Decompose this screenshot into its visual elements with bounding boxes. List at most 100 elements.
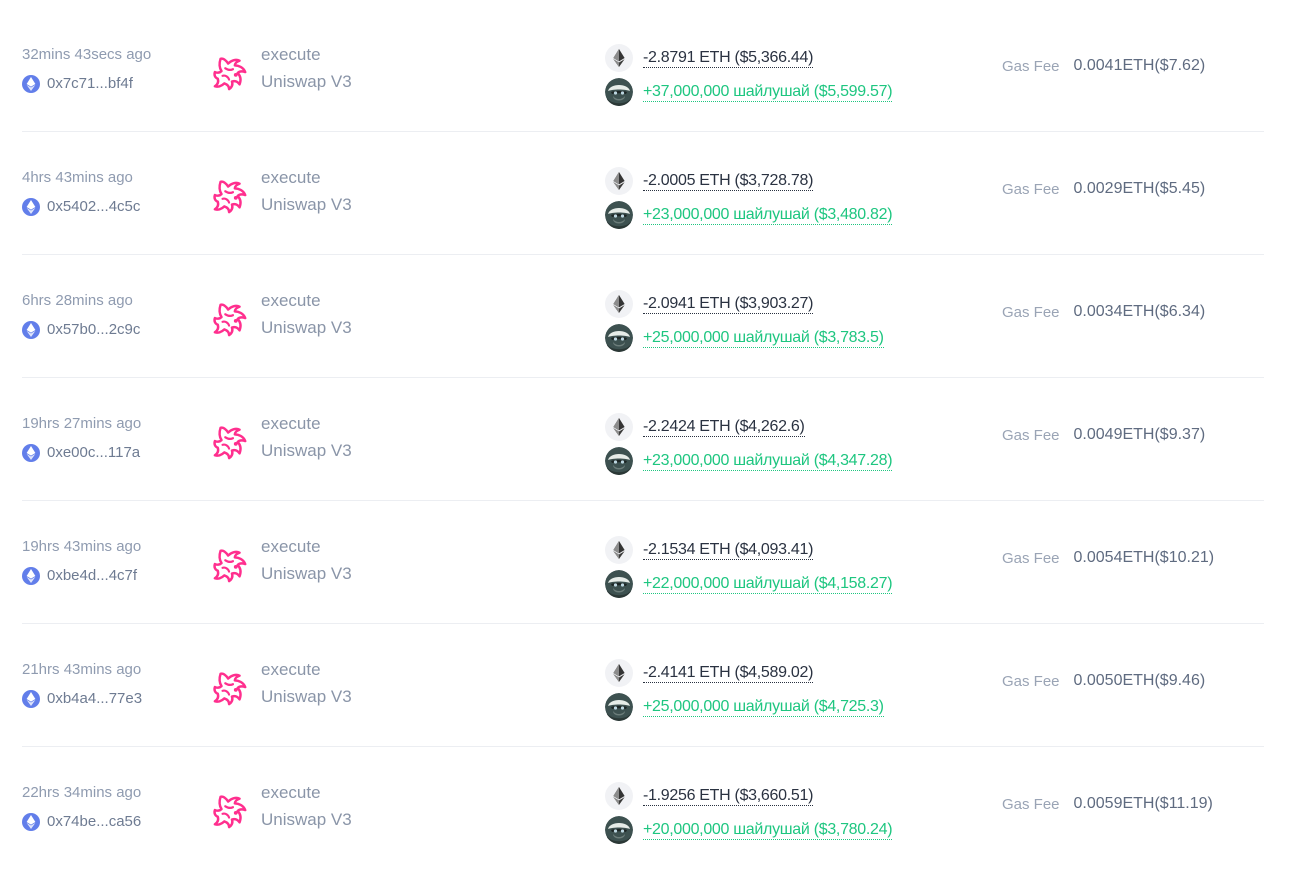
transaction-row: 22hrs 34mins ago 0x74be...ca56 execute U… <box>22 747 1264 869</box>
tx-hash[interactable]: 0xbe4d...4c7f <box>47 566 137 586</box>
method-text: execute Uniswap V3 <box>261 290 352 339</box>
protocol-link[interactable]: Uniswap V3 <box>261 686 352 708</box>
token-out-line: -2.0005 ETH ($3,728.78) <box>605 166 995 196</box>
protocol-link[interactable]: Uniswap V3 <box>261 71 352 93</box>
time-hash-column: 6hrs 28mins ago 0x57b0...2c9c <box>22 291 202 340</box>
token-transfers: -2.0005 ETH ($3,728.78) +23,000,000 шайл… <box>605 166 995 234</box>
gas-fee-label: Gas Fee <box>1002 795 1060 813</box>
protocol-link[interactable]: Uniswap V3 <box>261 194 352 216</box>
gas-fee-value: 0.0054ETH($10.21) <box>1073 549 1215 566</box>
protocol-link[interactable]: Uniswap V3 <box>261 563 352 585</box>
time-hash-column: 4hrs 43mins ago 0x5402...4c5c <box>22 168 202 217</box>
meme-token-avatar-icon <box>605 570 633 598</box>
time-hash-column: 19hrs 27mins ago 0xe00c...117a <box>22 414 202 463</box>
method-name: execute <box>261 45 321 64</box>
uniswap-logo-icon <box>213 795 247 829</box>
method-text: execute Uniswap V3 <box>261 536 352 585</box>
gas-fee-value: 0.0029ETH($5.45) <box>1073 180 1206 197</box>
amount-in[interactable]: +25,000,000 шайлушай ($4,725.3) <box>643 697 884 717</box>
method-column: execute Uniswap V3 <box>212 659 592 715</box>
amount-in[interactable]: +25,000,000 шайлушай ($3,783.5) <box>643 328 884 348</box>
token-transfers: -2.1534 ETH ($4,093.41) +22,000,000 шайл… <box>605 535 995 603</box>
gas-fee: Gas Fee 0.0041ETH($7.62) <box>1002 57 1205 75</box>
gas-fee: Gas Fee 0.0049ETH($9.37) <box>1002 426 1205 444</box>
amount-out[interactable]: -2.0941 ETH ($3,903.27) <box>643 294 813 314</box>
token-out-line: -2.8791 ETH ($5,366.44) <box>605 43 995 73</box>
tx-time: 19hrs 43mins ago <box>22 538 142 555</box>
token-transfers: -1.9256 ETH ($3,660.51) +20,000,000 шайл… <box>605 781 995 849</box>
token-in-line: +20,000,000 шайлушай ($3,780.24) <box>605 815 995 845</box>
meme-token-avatar-icon <box>605 816 633 844</box>
method-name: execute <box>261 783 321 802</box>
token-transfers: -2.4141 ETH ($4,589.02) +25,000,000 шайл… <box>605 658 995 726</box>
tx-hash[interactable]: 0x7c71...bf4f <box>47 74 133 94</box>
ethereum-chain-icon <box>22 321 40 339</box>
token-in-line: +23,000,000 шайлушай ($3,480.82) <box>605 200 995 230</box>
uniswap-logo-icon <box>213 426 247 460</box>
tx-hash-link[interactable]: 0xe00c...117a <box>22 443 202 463</box>
meme-token-avatar-icon <box>605 447 633 475</box>
tx-hash-link[interactable]: 0x74be...ca56 <box>22 812 202 832</box>
amount-out[interactable]: -2.2424 ETH ($4,262.6) <box>643 417 805 437</box>
tx-time: 19hrs 27mins ago <box>22 415 142 432</box>
token-in-line: +22,000,000 шайлушай ($4,158.27) <box>605 569 995 599</box>
ethereum-chain-icon <box>22 198 40 216</box>
gas-fee-value: 0.0049ETH($9.37) <box>1073 426 1206 443</box>
eth-token-icon <box>605 659 633 687</box>
time-hash-column: 22hrs 34mins ago 0x74be...ca56 <box>22 783 202 832</box>
transaction-row: 6hrs 28mins ago 0x57b0...2c9c execute Un… <box>22 255 1264 378</box>
gas-fee-label: Gas Fee <box>1002 303 1060 321</box>
protocol-link[interactable]: Uniswap V3 <box>261 809 352 831</box>
uniswap-logo-icon <box>213 549 247 583</box>
gas-fee-label: Gas Fee <box>1002 180 1060 198</box>
amount-in[interactable]: +22,000,000 шайлушай ($4,158.27) <box>643 574 893 594</box>
tx-hash-link[interactable]: 0x5402...4c5c <box>22 197 202 217</box>
amount-in[interactable]: +23,000,000 шайлушай ($3,480.82) <box>643 205 893 225</box>
meme-token-avatar-icon <box>605 324 633 352</box>
tx-time: 21hrs 43mins ago <box>22 661 142 678</box>
token-in-line: +25,000,000 шайлушай ($3,783.5) <box>605 323 995 353</box>
method-text: execute Uniswap V3 <box>261 167 352 216</box>
uniswap-logo-icon <box>213 672 247 706</box>
token-in-line: +25,000,000 шайлушай ($4,725.3) <box>605 692 995 722</box>
tx-time: 4hrs 43mins ago <box>22 169 133 186</box>
tx-hash[interactable]: 0x57b0...2c9c <box>47 320 140 340</box>
amount-in[interactable]: +37,000,000 шайлушай ($5,599.57) <box>643 82 893 102</box>
time-hash-column: 32mins 43secs ago 0x7c71...bf4f <box>22 45 202 94</box>
amount-out[interactable]: -2.1534 ETH ($4,093.41) <box>643 540 813 560</box>
protocol-link[interactable]: Uniswap V3 <box>261 440 352 462</box>
token-transfers: -2.2424 ETH ($4,262.6) +23,000,000 шайлу… <box>605 412 995 480</box>
time-hash-column: 21hrs 43mins ago 0xb4a4...77e3 <box>22 660 202 709</box>
method-text: execute Uniswap V3 <box>261 44 352 93</box>
tx-hash-link[interactable]: 0x7c71...bf4f <box>22 74 202 94</box>
gas-fee: Gas Fee 0.0029ETH($5.45) <box>1002 180 1205 198</box>
meme-token-avatar-icon <box>605 201 633 229</box>
amount-out[interactable]: -2.4141 ETH ($4,589.02) <box>643 663 813 683</box>
method-name: execute <box>261 168 321 187</box>
transaction-row: 32mins 43secs ago 0x7c71...bf4f execute … <box>22 9 1264 132</box>
amount-out[interactable]: -2.8791 ETH ($5,366.44) <box>643 48 813 68</box>
tx-hash-link[interactable]: 0x57b0...2c9c <box>22 320 202 340</box>
tx-hash[interactable]: 0x74be...ca56 <box>47 812 141 832</box>
token-out-line: -2.2424 ETH ($4,262.6) <box>605 412 995 442</box>
tx-hash[interactable]: 0x5402...4c5c <box>47 197 140 217</box>
method-column: execute Uniswap V3 <box>212 290 592 346</box>
tx-hash-link[interactable]: 0xbe4d...4c7f <box>22 566 202 586</box>
amount-in[interactable]: +23,000,000 шайлушай ($4,347.28) <box>643 451 893 471</box>
tx-hash-link[interactable]: 0xb4a4...77e3 <box>22 689 202 709</box>
token-transfers: -2.0941 ETH ($3,903.27) +25,000,000 шайл… <box>605 289 995 357</box>
method-column: execute Uniswap V3 <box>212 536 592 592</box>
protocol-link[interactable]: Uniswap V3 <box>261 317 352 339</box>
amount-out[interactable]: -2.0005 ETH ($3,728.78) <box>643 171 813 191</box>
tx-hash[interactable]: 0xb4a4...77e3 <box>47 689 142 709</box>
tx-hash[interactable]: 0xe00c...117a <box>47 443 140 463</box>
gas-fee-label: Gas Fee <box>1002 672 1060 690</box>
eth-token-icon <box>605 782 633 810</box>
method-text: execute Uniswap V3 <box>261 782 352 831</box>
amount-out[interactable]: -1.9256 ETH ($3,660.51) <box>643 786 813 806</box>
ethereum-chain-icon <box>22 690 40 708</box>
transaction-row: 21hrs 43mins ago 0xb4a4...77e3 execute U… <box>22 624 1264 747</box>
time-hash-column: 19hrs 43mins ago 0xbe4d...4c7f <box>22 537 202 586</box>
token-out-line: -1.9256 ETH ($3,660.51) <box>605 781 995 811</box>
amount-in[interactable]: +20,000,000 шайлушай ($3,780.24) <box>643 820 893 840</box>
